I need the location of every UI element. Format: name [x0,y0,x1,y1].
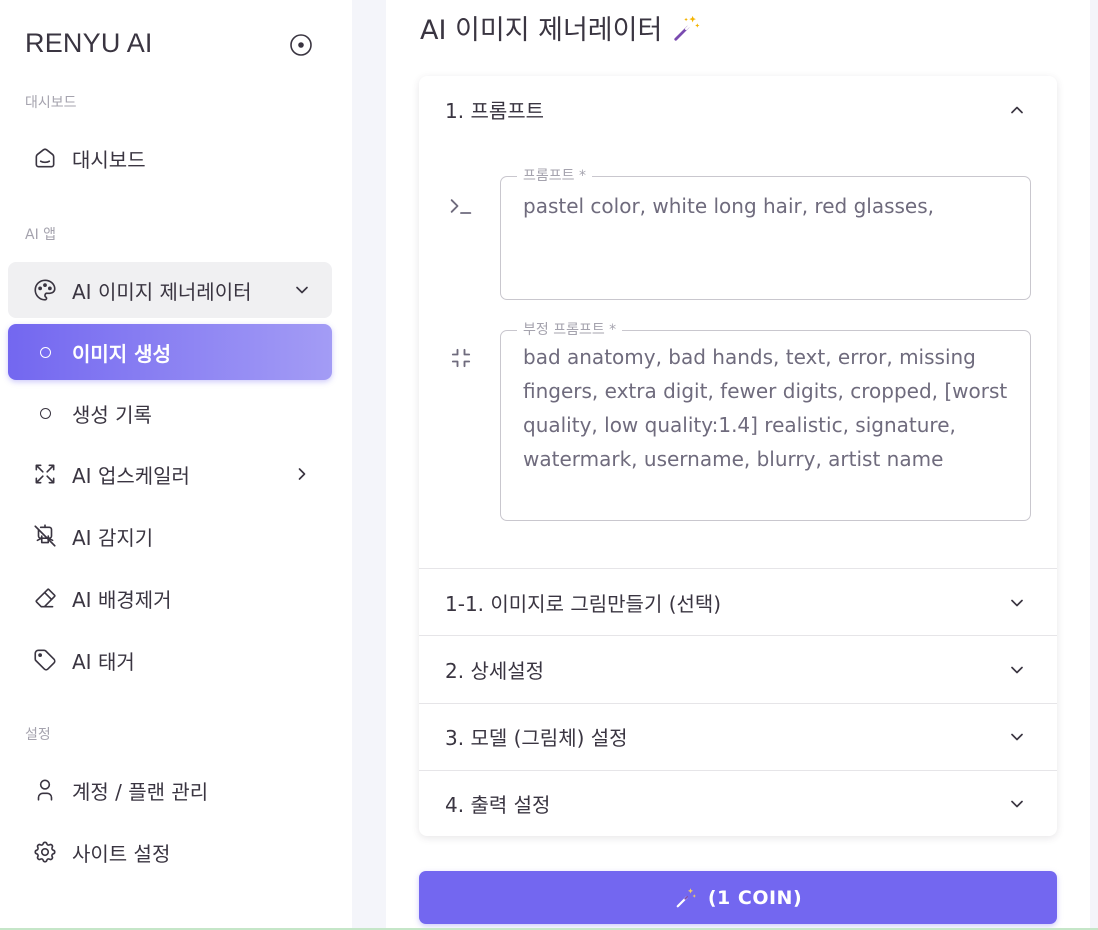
robot-off-icon [32,523,58,549]
accordion-title: 4. 출력 설정 [445,793,551,817]
arrows-maximize-icon [32,461,58,487]
brand-logo[interactable]: RENYU AI [25,28,153,59]
accordion-img2img[interactable]: 1-1. 이미지로 그림만들기 (선택) [419,569,1057,636]
generate-button-label: (1 COIN) [707,886,803,909]
accordion-prompt[interactable]: 1. 프롬프트 [419,76,1057,143]
sidebar-item-dashboard[interactable]: 대시보드 [8,130,332,186]
smart-home-icon [32,145,58,171]
negative-prompt-field-value: bad anatomy, bad hands, text, error, mis… [523,345,1008,471]
magic-wand-icon [676,887,696,907]
prompt-field-value: pastel color, white long hair, red glass… [523,194,935,218]
chevron-down-icon [296,286,308,294]
sidebar-item-history[interactable]: 생성 기록 [8,385,332,441]
chevron-right-icon [298,468,306,480]
sidebar-item-label: 사이트 설정 [72,841,171,866]
negative-prompt-field-label: 부정 프롬프트 * [517,321,623,339]
accordion-title: 3. 모델 (그림체) 설정 [445,726,628,750]
magic-wand-icon [674,15,700,41]
section-title-dashboard: 대시보드 [25,95,77,111]
sidebar-item-generate-image[interactable]: 이미지 생성 [8,324,332,380]
accordion-output-settings[interactable]: 4. 출력 설정 [419,770,1057,837]
section-title-settings: 설정 [25,727,51,743]
sidebar-item-label: AI 배경제거 [72,587,172,612]
accordion-title: 1-1. 이미지로 그림만들기 (선택) [445,592,722,616]
sidebar-item-image-generator[interactable]: AI 이미지 제너레이터 [8,262,332,318]
sidebar-item-label: 생성 기록 [72,402,152,427]
sidebar-item-upscaler[interactable]: AI 업스케일러 [8,446,332,502]
accordion-detail-settings[interactable]: 2. 상세설정 [419,636,1057,703]
prompt-field-label: 프롬프트 * [517,167,592,185]
sidebar-item-detector[interactable]: AI 감지기 [8,508,332,564]
sidebar-item-site-settings[interactable]: 사이트 설정 [8,824,332,880]
chevron-down-icon [1011,800,1023,807]
sidebar-item-label: AI 태거 [72,649,135,674]
negative-prompt-field[interactable]: 부정 프롬프트 * bad anatomy, bad hands, text, … [500,321,1031,521]
circle-icon [32,400,58,426]
sidebar-item-bg-remover[interactable]: AI 배경제거 [8,570,332,626]
section-title-ai-apps: AI 앱 [25,227,57,243]
sidebar-item-account[interactable]: 계정 / 플랜 관리 [8,762,332,818]
tag-icon [32,647,58,673]
sidebar-item-label: 이미지 생성 [72,341,171,366]
accordion-title: 1. 프롬프트 [445,99,545,123]
accordion-model-settings[interactable]: 3. 모델 (그림체) 설정 [419,703,1057,770]
sidebar-item-tagger[interactable]: AI 태거 [8,632,332,688]
user-icon [32,777,58,803]
sidebar-item-label: 계정 / 플랜 관리 [72,779,209,804]
sidebar-item-label: AI 이미지 제너레이터 [72,279,252,304]
radio-circle-icon[interactable] [289,33,313,57]
sidebar: RENYU AI 대시보드 대시보드 AI 앱 AI 이미지 제너레이터 이미지… [0,0,352,930]
eraser-icon [32,585,58,611]
accordion-title: 2. 상세설정 [445,659,545,683]
chevron-down-icon [1011,599,1023,606]
chevron-down-icon [1011,733,1023,740]
page-title: AI 이미지 제너레이터 [420,8,702,47]
generate-button[interactable]: (1 COIN) [419,871,1057,924]
sidebar-item-label: AI 업스케일러 [72,463,190,488]
terminal-prompt-icon [450,199,472,214]
sidebar-item-label: AI 감지기 [72,525,154,550]
settings-card: 1. 프롬프트 프롬프트 * pastel color, white long … [419,76,1057,836]
settings-icon [32,839,58,865]
arrows-minimize-icon [451,348,471,368]
prompt-field[interactable]: 프롬프트 * pastel color, white long hair, re… [500,167,1031,300]
chevron-down-icon [1011,666,1023,673]
sidebar-item-label: 대시보드 [72,147,146,172]
chevron-up-icon [1011,106,1023,113]
palette-icon [32,277,58,303]
circle-icon [32,339,58,365]
page-title-text: AI 이미지 제너레이터 [420,15,663,46]
